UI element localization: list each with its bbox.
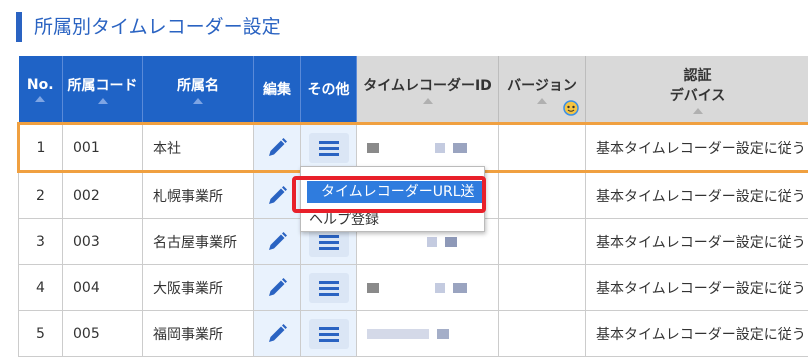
cell-version (499, 172, 586, 219)
col-header-other: その他 (301, 56, 357, 124)
cell-auth-device: 基本タイムレコーダー設定に従う (586, 311, 808, 357)
col-header-name[interactable]: 所属名 (143, 56, 254, 124)
edit-cell (254, 265, 301, 311)
cell-name: 名古屋事業所 (143, 219, 254, 265)
col-header-no[interactable]: No. (19, 56, 63, 124)
cell-recorder-id (357, 124, 499, 172)
cell-no: 1 (19, 124, 63, 172)
cell-auth-device: 基本タイムレコーダー設定に従う (586, 124, 808, 172)
col-header-edit: 編集 (254, 56, 301, 124)
cell-code: 002 (63, 172, 143, 219)
edit-cell (254, 219, 301, 265)
cell-no: 4 (19, 265, 63, 311)
menu-icon[interactable] (309, 273, 349, 303)
table-row[interactable]: 1 001 本社 基本タイムレコーダー設定に従う (19, 124, 808, 172)
page-title: 所属別タイムレコーダー設定 (16, 12, 281, 42)
cell-version (499, 219, 586, 265)
cell-name: 札幌事業所 (143, 172, 254, 219)
menu-icon[interactable] (309, 133, 349, 163)
sort-arrow-icon (98, 98, 108, 104)
cell-no: 5 (19, 311, 63, 357)
sort-arrow-icon (537, 98, 547, 104)
cell-code: 001 (63, 124, 143, 172)
table-row[interactable]: 5 005 福岡事業所 基本タイムレコーダー設定に従う (19, 311, 808, 357)
col-header-recorder-id[interactable]: タイムレコーダーID (357, 56, 499, 124)
cell-name: 大阪事業所 (143, 265, 254, 311)
cell-name: 本社 (143, 124, 254, 172)
menu-icon[interactable] (309, 319, 349, 349)
sort-arrow-icon (193, 98, 203, 104)
cell-recorder-id (357, 311, 499, 357)
cell-code: 003 (63, 219, 143, 265)
col-header-auth-device[interactable]: 認証デバイス (586, 56, 808, 124)
cell-name: 福岡事業所 (143, 311, 254, 357)
highlight-annotation (292, 176, 486, 213)
cell-no: 3 (19, 219, 63, 265)
edit-cell (254, 311, 301, 357)
cell-version (499, 265, 586, 311)
other-menu-cell (301, 265, 357, 311)
pencil-icon[interactable] (266, 137, 288, 159)
col-header-version[interactable]: バージョン (499, 56, 586, 124)
pencil-icon[interactable] (266, 323, 288, 345)
cell-code: 004 (63, 265, 143, 311)
other-menu-cell (301, 311, 357, 357)
cell-version (499, 124, 586, 172)
sort-arrow-icon (693, 108, 703, 114)
other-menu-cell (301, 124, 357, 172)
cell-recorder-id (357, 265, 499, 311)
pencil-icon[interactable] (266, 185, 288, 207)
cell-auth-device: 基本タイムレコーダー設定に従う (586, 265, 808, 311)
sort-arrow-icon (423, 98, 433, 104)
cell-no: 2 (19, 172, 63, 219)
table-row[interactable]: 4 004 大阪事業所 基本タイムレコーダー設定に従う (19, 265, 808, 311)
cell-auth-device: 基本タイムレコーダー設定に従う (586, 172, 808, 219)
edit-cell (254, 124, 301, 172)
cell-auth-device: 基本タイムレコーダー設定に従う (586, 219, 808, 265)
pencil-icon[interactable] (266, 277, 288, 299)
pencil-icon[interactable] (266, 231, 288, 253)
face-icon[interactable] (563, 100, 579, 116)
sort-arrow-icon (35, 96, 45, 102)
col-header-code[interactable]: 所属コード (63, 56, 143, 124)
cell-code: 005 (63, 311, 143, 357)
cell-version (499, 311, 586, 357)
